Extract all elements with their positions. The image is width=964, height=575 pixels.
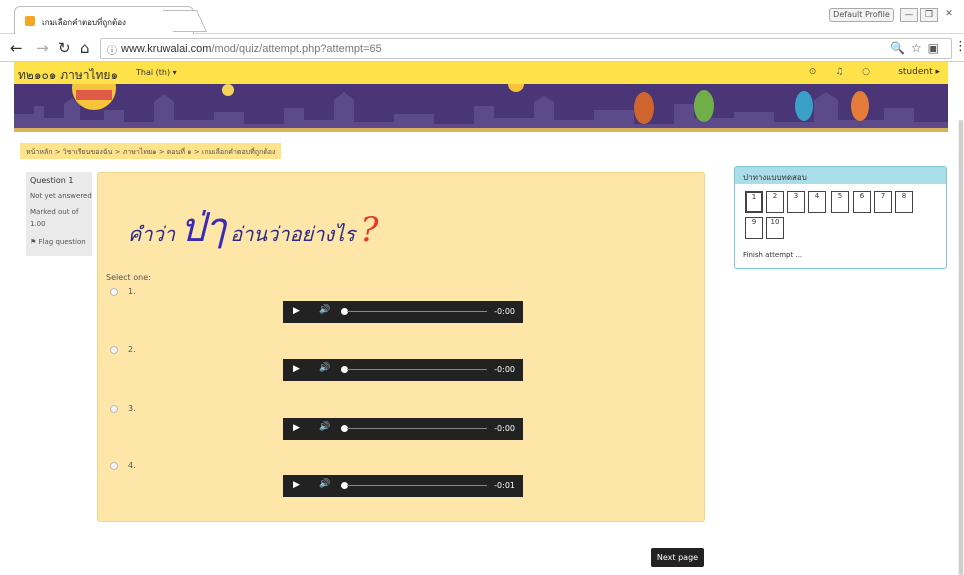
finish-attempt-link[interactable]: Finish attempt ... [743, 251, 802, 259]
seek-track[interactable] [347, 311, 487, 312]
question-title: คำว่า ป่ๅ อ่านว่าอย่างไร ? [128, 205, 379, 251]
audio-player-4[interactable]: ▶ 🔊 -0:01 [283, 475, 523, 497]
minimize-button[interactable]: — [900, 8, 918, 22]
seek-track[interactable] [347, 428, 487, 429]
browser-toolbar: ← → ↻ ⌂ ⓘ www.kruwalai.com/mod/quiz/atte… [0, 35, 964, 62]
question-nav-button[interactable]: 1 [745, 191, 763, 213]
maximize-button[interactable]: ❐ [920, 8, 938, 22]
question-nav-button[interactable]: 6 [853, 191, 871, 213]
user-menu[interactable]: student ▸ [898, 67, 940, 77]
course-name[interactable]: ท๒๑๐๑ ภาษาไทย๑ [18, 66, 118, 85]
select-one-label: Select one: [106, 273, 151, 282]
question-nav-button[interactable]: 8 [895, 191, 913, 213]
question-box: คำว่า ป่ๅ อ่านว่าอย่างไร ? Select one: 1… [97, 172, 705, 522]
profile-button[interactable]: Default Profile [829, 8, 894, 22]
favicon-icon [25, 16, 35, 26]
radio-button[interactable] [110, 287, 118, 296]
reload-icon[interactable]: ↻ [58, 39, 71, 57]
play-icon[interactable]: ▶ [293, 480, 300, 490]
audio-time: -0:00 [494, 424, 515, 433]
answer-option-2[interactable]: 2. [110, 345, 136, 354]
question-info: Question 1 Not yet answered Marked out o… [26, 172, 92, 256]
banner-ground [14, 128, 948, 132]
radio-button[interactable] [110, 345, 118, 354]
home-icon[interactable]: ⌂ [80, 39, 90, 57]
banner-artwork [14, 84, 948, 132]
volume-icon[interactable]: 🔊 [319, 305, 330, 315]
volume-icon[interactable]: 🔊 [319, 479, 330, 489]
language-menu[interactable]: Thai (th) ▾ [136, 68, 177, 77]
browser-menu-icon[interactable]: ⋮ [954, 39, 964, 54]
audio-player-3[interactable]: ▶ 🔊 -0:00 [283, 418, 523, 440]
address-bar[interactable]: ⓘ www.kruwalai.com/mod/quiz/attempt.php?… [100, 38, 952, 59]
tab-title: เกมเลือกคำตอบที่ถูกต้อง [42, 18, 126, 27]
answer-option-4[interactable]: 4. [110, 461, 136, 470]
radio-button[interactable] [110, 461, 118, 470]
question-nav-button[interactable]: 5 [831, 191, 849, 213]
question-nav-button[interactable]: 4 [808, 191, 826, 213]
breadcrumb[interactable]: หน้าหลัก > วิชาเรียนของฉัน > ภาษาไทย๑ > … [20, 143, 282, 159]
seek-track[interactable] [347, 369, 487, 370]
marks-value: 1.00 [30, 220, 46, 228]
volume-icon[interactable]: 🔊 [319, 422, 330, 432]
seek-track[interactable] [347, 485, 487, 486]
info-icon[interactable]: ⓘ [107, 42, 117, 57]
play-icon[interactable]: ▶ [293, 306, 300, 316]
site-header: ท๒๑๐๑ ภาษาไทย๑ Thai (th) ▾ ⊙ ♫ ○ student… [14, 62, 948, 84]
scrollbar[interactable] [958, 120, 964, 575]
question-number: Question 1 [30, 176, 74, 185]
play-icon[interactable]: ▶ [293, 423, 300, 433]
audio-player-2[interactable]: ▶ 🔊 -0:00 [283, 359, 523, 381]
header-icons[interactable]: ⊙ ♫ ○ [809, 67, 878, 77]
audio-time: -0:00 [494, 365, 515, 374]
radio-button[interactable] [110, 404, 118, 413]
back-icon[interactable]: ← [10, 39, 23, 57]
audio-time: -0:00 [494, 307, 515, 316]
flag-icon: ⚑ [30, 238, 37, 246]
play-icon[interactable]: ▶ [293, 364, 300, 374]
answer-option-3[interactable]: 3. [110, 404, 136, 413]
omnibox-icons[interactable]: 🔍☆▣ [890, 41, 945, 55]
question-nav-button[interactable]: 9 [745, 217, 763, 239]
scrollbar-thumb[interactable] [959, 120, 963, 575]
quiz-navigation: ปาทางแบบทดสอบ 1 2 3 4 5 6 7 8 9 10 Finis… [734, 166, 947, 269]
question-state: Not yet answered [30, 192, 92, 200]
question-nav-button[interactable]: 3 [787, 191, 805, 213]
audio-time: -0:01 [494, 481, 515, 490]
flag-question[interactable]: ⚑ Flag question [30, 238, 86, 246]
quiz-navigation-title: ปาทางแบบทดสอบ [735, 167, 946, 184]
banner-image [14, 84, 948, 132]
audio-player-1[interactable]: ▶ 🔊 -0:00 [283, 301, 523, 323]
question-nav-button[interactable]: 7 [874, 191, 892, 213]
marked-label: Marked out of [30, 208, 79, 216]
next-page-button[interactable]: Next page [651, 548, 704, 567]
url-text: www.kruwalai.com/mod/quiz/attempt.php?at… [121, 43, 382, 55]
answer-option-1[interactable]: 1. [110, 287, 136, 296]
close-window-button[interactable]: ✕ [940, 8, 958, 22]
forward-icon[interactable]: → [36, 39, 49, 57]
question-nav-button[interactable]: 2 [766, 191, 784, 213]
volume-icon[interactable]: 🔊 [319, 363, 330, 373]
browser-tab-strip: เกมเลือกคำตอบที่ถูกต้อง × Default Profil… [0, 0, 964, 34]
question-nav-button[interactable]: 10 [766, 217, 784, 239]
